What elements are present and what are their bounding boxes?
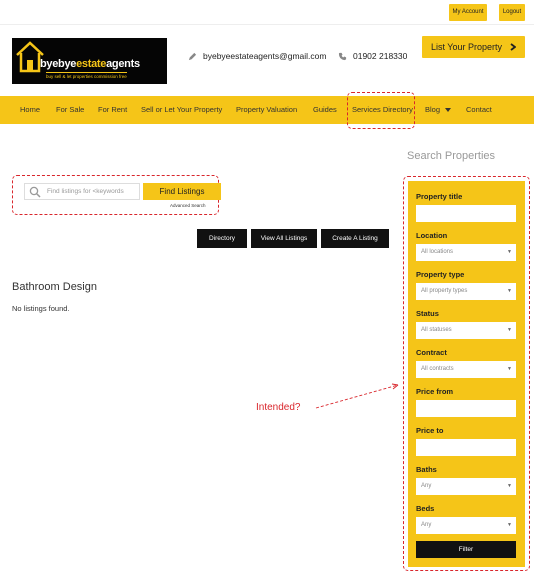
baths-label: Baths bbox=[416, 465, 437, 474]
contract-select[interactable]: All contracts ▼ bbox=[416, 361, 516, 378]
property-type-select[interactable]: All property types ▼ bbox=[416, 283, 516, 300]
property-title-input[interactable] bbox=[416, 205, 516, 222]
filter-button[interactable]: Filter bbox=[416, 541, 516, 558]
caret-down-icon: ▼ bbox=[507, 366, 512, 372]
price-from-label: Price from bbox=[416, 387, 454, 396]
location-label: Location bbox=[416, 231, 448, 240]
property-type-label: Property type bbox=[416, 270, 465, 279]
status-select[interactable]: All statuses ▼ bbox=[416, 322, 516, 339]
caret-down-icon: ▼ bbox=[507, 249, 512, 255]
beds-select[interactable]: Any ▼ bbox=[416, 517, 516, 534]
price-from-input[interactable] bbox=[416, 400, 516, 417]
status-label: Status bbox=[416, 309, 439, 318]
caret-down-icon: ▼ bbox=[507, 522, 512, 528]
sidebar-heading: Search Properties bbox=[407, 150, 496, 162]
beds-label: Beds bbox=[416, 504, 435, 513]
price-to-input[interactable] bbox=[416, 439, 516, 456]
annotation-note: Intended? bbox=[256, 402, 301, 413]
caret-down-icon: ▼ bbox=[507, 288, 512, 294]
location-select[interactable]: All locations ▼ bbox=[416, 244, 516, 261]
caret-down-icon: ▼ bbox=[507, 483, 512, 489]
property-title-label: Property title bbox=[416, 192, 463, 201]
caret-down-icon: ▼ bbox=[507, 327, 512, 333]
price-to-label: Price to bbox=[416, 426, 444, 435]
contract-label: Contract bbox=[416, 348, 447, 357]
baths-select[interactable]: Any ▼ bbox=[416, 478, 516, 495]
